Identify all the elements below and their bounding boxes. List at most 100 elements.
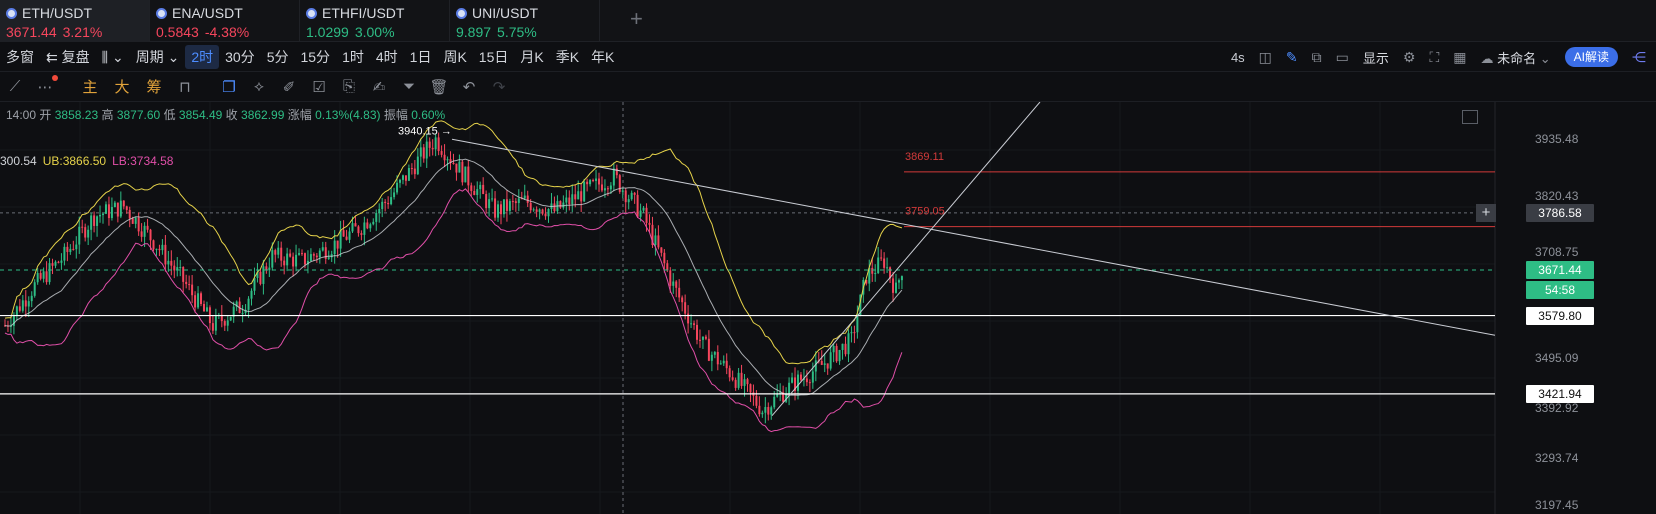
tab-ena-usdt[interactable]: ENA/USDT 0.5843 -4.38% [150,0,300,42]
amplitude-label: 振幅 [383,108,408,122]
candle-body [226,320,229,326]
big-order-button[interactable]: 大 [106,76,138,97]
interval-2h[interactable]: 2时 [185,44,220,69]
candle-body [663,252,666,264]
candle-body [179,266,182,268]
candle-body [698,339,701,341]
interval-5m[interactable]: 5分 [261,45,295,69]
candle-body [384,201,387,203]
candle-body [188,284,191,286]
interval-toolbar: 多窗 ⇇ 复盘 ⫼ ⌄ 周期 ⌄ 2时 30分 5分 15分 1时 4时 1日 … [0,42,1656,72]
candle-body [761,412,764,415]
pen-icon[interactable]: ✎ [1286,49,1298,66]
change-value: 0.13%(4.83) [315,108,381,122]
candle-body [57,261,60,263]
period-dropdown[interactable]: 周期 ⌄ [130,45,186,69]
candle-body [491,198,494,200]
clipboard-icon[interactable]: ⎘ [334,78,364,95]
interval-15d[interactable]: 15日 [473,45,515,69]
candle-body [897,280,900,283]
interval-1mo[interactable]: 月K [514,45,549,69]
note-icon[interactable]: ▭ [1336,49,1349,66]
redo-icon[interactable]: ↷ [484,78,514,96]
filter-icon[interactable]: ⏷ [394,78,424,95]
layout-icon[interactable]: ▦ [1453,49,1466,66]
candle-body [369,224,372,229]
fullscreen-icon[interactable]: ⛶ [1429,49,1439,66]
share-icon[interactable]: ⋲ [1632,49,1646,66]
interval-1w[interactable]: 周K [437,45,472,69]
candle-body [734,379,737,388]
candle-body [716,352,719,365]
display-button[interactable]: 显示 [1363,48,1389,67]
candle-body [158,248,161,251]
candle-body [595,178,598,181]
expand-chart-icon[interactable] [1462,110,1478,124]
edit-icon[interactable]: ☑ [304,78,334,96]
magnet-icon[interactable]: ⊓ [170,78,200,96]
candle-body [250,290,253,299]
candle-body [428,141,431,148]
tab-uni-usdt[interactable]: UNI/USDT 9.897 5.75% [450,0,600,42]
interval-year[interactable]: 年K [585,45,620,69]
candle-body [214,315,217,331]
candle-body [39,273,42,279]
ohlc-legend: 14:00 开 3858.23 高 3877.60 低 3854.49 收 38… [6,106,445,123]
candle-body [298,253,301,255]
candle-body [678,287,681,298]
candle-body [140,231,143,237]
interval-4h[interactable]: 4时 [370,45,404,69]
candle-body [202,303,205,312]
candle-body [618,175,621,192]
interval-15m[interactable]: 15分 [294,45,336,69]
tab-symbol: UNI/USDT [472,5,539,21]
candle-body [630,192,633,200]
candle-body [292,256,295,267]
candle-body [586,181,589,185]
ai-analysis-button[interactable]: AI解读 [1564,47,1618,67]
ruler-icon[interactable]: ⟡ [244,78,274,95]
candle-body [832,345,835,353]
chart-type-dropdown[interactable]: ⫼ ⌄ [96,45,130,69]
candlestick-chart[interactable]: 3940.15 → 3869.11 3759.05 [0,102,1656,514]
undo-icon[interactable]: ↶ [454,78,484,96]
note-edit-icon[interactable]: ✍ [364,78,394,96]
tab-ethfi-usdt[interactable]: ETHFI/USDT 1.0299 3.00% [300,0,450,42]
interval-30m[interactable]: 30分 [219,45,261,69]
measure-icon[interactable]: ✐ [274,78,304,96]
popout-icon[interactable]: ⧉ [1312,49,1322,66]
candle-body [633,192,636,195]
chips-button[interactable]: 筹 [138,76,170,97]
main-indicator-button[interactable]: 主 [74,76,106,97]
more-tools-icon[interactable]: ⋯ [30,74,60,96]
current-price-box: 3671.44 [1526,261,1594,280]
add-tab-icon[interactable]: + [630,8,643,30]
multi-window-button[interactable]: 多窗 [0,45,40,69]
candle-body [443,154,446,161]
candle-body [301,253,303,255]
hide-drawings-icon[interactable]: ⟋ [0,78,30,95]
replay-button[interactable]: ⇇ 复盘 [40,45,96,69]
boll-mid: 300.54 [0,154,37,168]
interval-quarter[interactable]: 季K [550,45,585,69]
interval-1d[interactable]: 1日 [404,45,438,69]
candle-body [274,250,277,255]
camera-icon[interactable]: ◫ [1259,49,1272,66]
chart-area[interactable]: 3940.15 → 3869.11 3759.05 14:00 开 3858.23 … [0,102,1656,514]
workspace-dropdown[interactable]: ☁ 未命名 ⌄ [1481,48,1551,67]
candle-body [24,300,27,307]
candle-body [642,207,645,211]
copy-icon[interactable]: ❐ [214,78,244,96]
candle-body [737,372,740,388]
level-label-3869: 3869.11 [905,151,944,163]
drawing-toolbar: ⟋ ⋯ 主 大 筹 ⊓ ❐ ⟡ ✐ ☑ ⎘ ✍ ⏷ 🗑 ↶ ↷ [0,72,1656,102]
interval-1h[interactable]: 1时 [336,45,370,69]
candle-body [612,168,615,186]
candle-body [51,263,54,266]
candle-body [116,202,119,217]
trash-icon[interactable]: 🗑 [424,78,454,96]
tab-eth-usdt[interactable]: ETH/USDT 3671.44 3.21% [0,0,150,42]
candle-body [87,229,90,238]
add-alert-icon[interactable]: + [1476,203,1496,222]
gear-icon[interactable]: ⚙ [1403,49,1416,66]
